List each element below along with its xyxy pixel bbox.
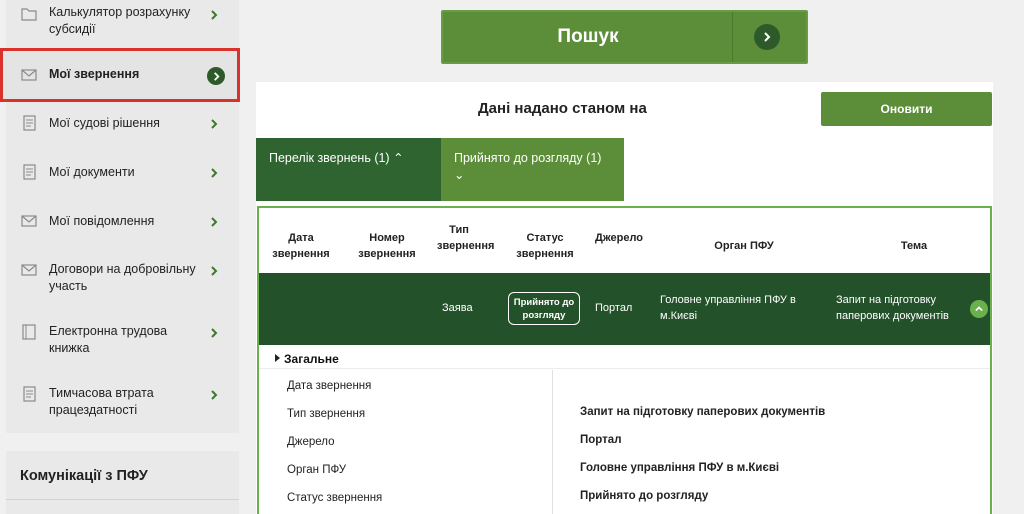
chevron-right-icon: [209, 326, 219, 338]
chevron-right-icon: [209, 8, 219, 20]
chevron-right-icon: [209, 264, 219, 276]
row-source: Портал: [595, 302, 633, 314]
sidebar-item-label: Договори на добровільну участь: [49, 262, 196, 293]
sidebar: Калькулятор розрахунку субсидії Мої звер…: [0, 0, 240, 433]
book-icon: [20, 323, 38, 341]
column-header-source: Джерело: [595, 232, 644, 244]
detail-label-date: Дата звернення: [287, 380, 372, 392]
chevron-right-icon: [209, 215, 219, 227]
data-as-of-title: Дані надано станом на: [478, 100, 647, 117]
column-header-topic: Тема: [900, 240, 928, 252]
sidebar-item-label: Калькулятор розрахунку субсидії: [49, 5, 191, 36]
appeals-panel: Дані надано станом на Оновити Перелік зв…: [256, 82, 993, 514]
column-header-type: Тип звернення: [437, 224, 495, 252]
sidebar-item-e-workbook[interactable]: Електронна трудова книжка: [6, 322, 239, 362]
communications-section: Комунікації з ПФУ: [6, 451, 239, 514]
detail-value-status: Прийнято до розгляду: [580, 490, 709, 502]
row-organ: Головне управління ПФУ в м.Києві: [660, 294, 796, 322]
chevron-up-icon[interactable]: [970, 300, 988, 318]
divider: [552, 370, 553, 514]
chevron-right-icon: [209, 166, 219, 178]
divider: [259, 368, 990, 369]
sidebar-item-label: Мої повідомлення: [49, 214, 155, 228]
sidebar-item-my-messages[interactable]: Мої повідомлення: [6, 210, 239, 232]
sidebar-item-subsidy-calculator[interactable]: Калькулятор розрахунку субсидії: [6, 2, 239, 46]
column-header-organ: Орган ПФУ: [714, 240, 774, 252]
search-button[interactable]: Пошук: [441, 10, 808, 64]
chevron-right-icon: [209, 117, 219, 129]
caret-right-icon: [275, 354, 280, 362]
envelope-icon: [20, 261, 38, 279]
column-header-date: Дата звернення: [272, 232, 330, 260]
envelope-icon: [20, 212, 38, 230]
detail-label-type: Тип звернення: [287, 408, 366, 420]
envelope-icon: [20, 66, 38, 84]
column-header-status: Статус звернення: [516, 232, 574, 260]
sidebar-item-my-appeals[interactable]: Мої звернення: [0, 48, 240, 102]
chevron-right-icon: [207, 67, 225, 85]
document-icon: [20, 163, 38, 181]
refresh-button[interactable]: Оновити: [821, 92, 992, 126]
sidebar-item-label: Мої документи: [49, 165, 135, 179]
detail-value-source: Портал: [580, 434, 622, 446]
sidebar-item-my-documents[interactable]: Мої документи: [6, 161, 239, 183]
communications-title[interactable]: Комунікації з ПФУ: [20, 468, 148, 484]
sidebar-item-court-decisions[interactable]: Мої судові рішення: [6, 112, 239, 134]
detail-label-status: Статус звернення: [287, 492, 383, 504]
section-general-header[interactable]: Загальне: [275, 352, 339, 366]
row-topic: Запит на підготовку паперових документів: [836, 294, 949, 322]
status-badge: Прийнято до розгляду: [508, 292, 580, 325]
table-row[interactable]: Заява Прийнято до розгляду Портал Головн…: [259, 273, 990, 345]
detail-label-organ: Орган ПФУ: [287, 464, 347, 476]
detail-value-topic: Запит на підготовку паперових документів: [580, 406, 826, 418]
folder-icon: [20, 5, 38, 23]
divider: [732, 12, 733, 62]
appeals-table: Дата звернення Номер звернення Тип зверн…: [257, 206, 992, 514]
sidebar-item-label: Мої судові рішення: [49, 116, 160, 130]
search-button-label: Пошук: [557, 26, 619, 47]
row-type: Заява: [442, 302, 473, 314]
tab-accepted-for-review[interactable]: Прийнято до розгляду (1) ⌄: [441, 138, 624, 201]
chevron-right-icon: [209, 388, 219, 400]
divider: [6, 499, 239, 500]
sidebar-item-voluntary-contracts[interactable]: Договори на добровільну участь: [6, 260, 239, 300]
column-header-number: Номер звернення: [358, 232, 416, 260]
sidebar-item-label: Мої звернення: [49, 67, 140, 81]
detail-value-organ: Головне управління ПФУ в м.Києві: [580, 462, 780, 474]
sidebar-item-label: Електронна трудова книжка: [49, 324, 168, 355]
section-general-title: Загальне: [284, 352, 339, 366]
chevron-right-icon: [754, 24, 780, 50]
detail-label-source: Джерело: [287, 436, 335, 448]
sidebar-item-label: Тимчасова втрата працездатності: [49, 386, 154, 417]
document-icon: [20, 385, 38, 403]
tab-appeals-list[interactable]: Перелік звернень (1) ⌃: [256, 138, 441, 201]
document-icon: [20, 114, 38, 132]
sidebar-item-temporary-disability[interactable]: Тимчасова втрата працездатності: [6, 384, 239, 424]
